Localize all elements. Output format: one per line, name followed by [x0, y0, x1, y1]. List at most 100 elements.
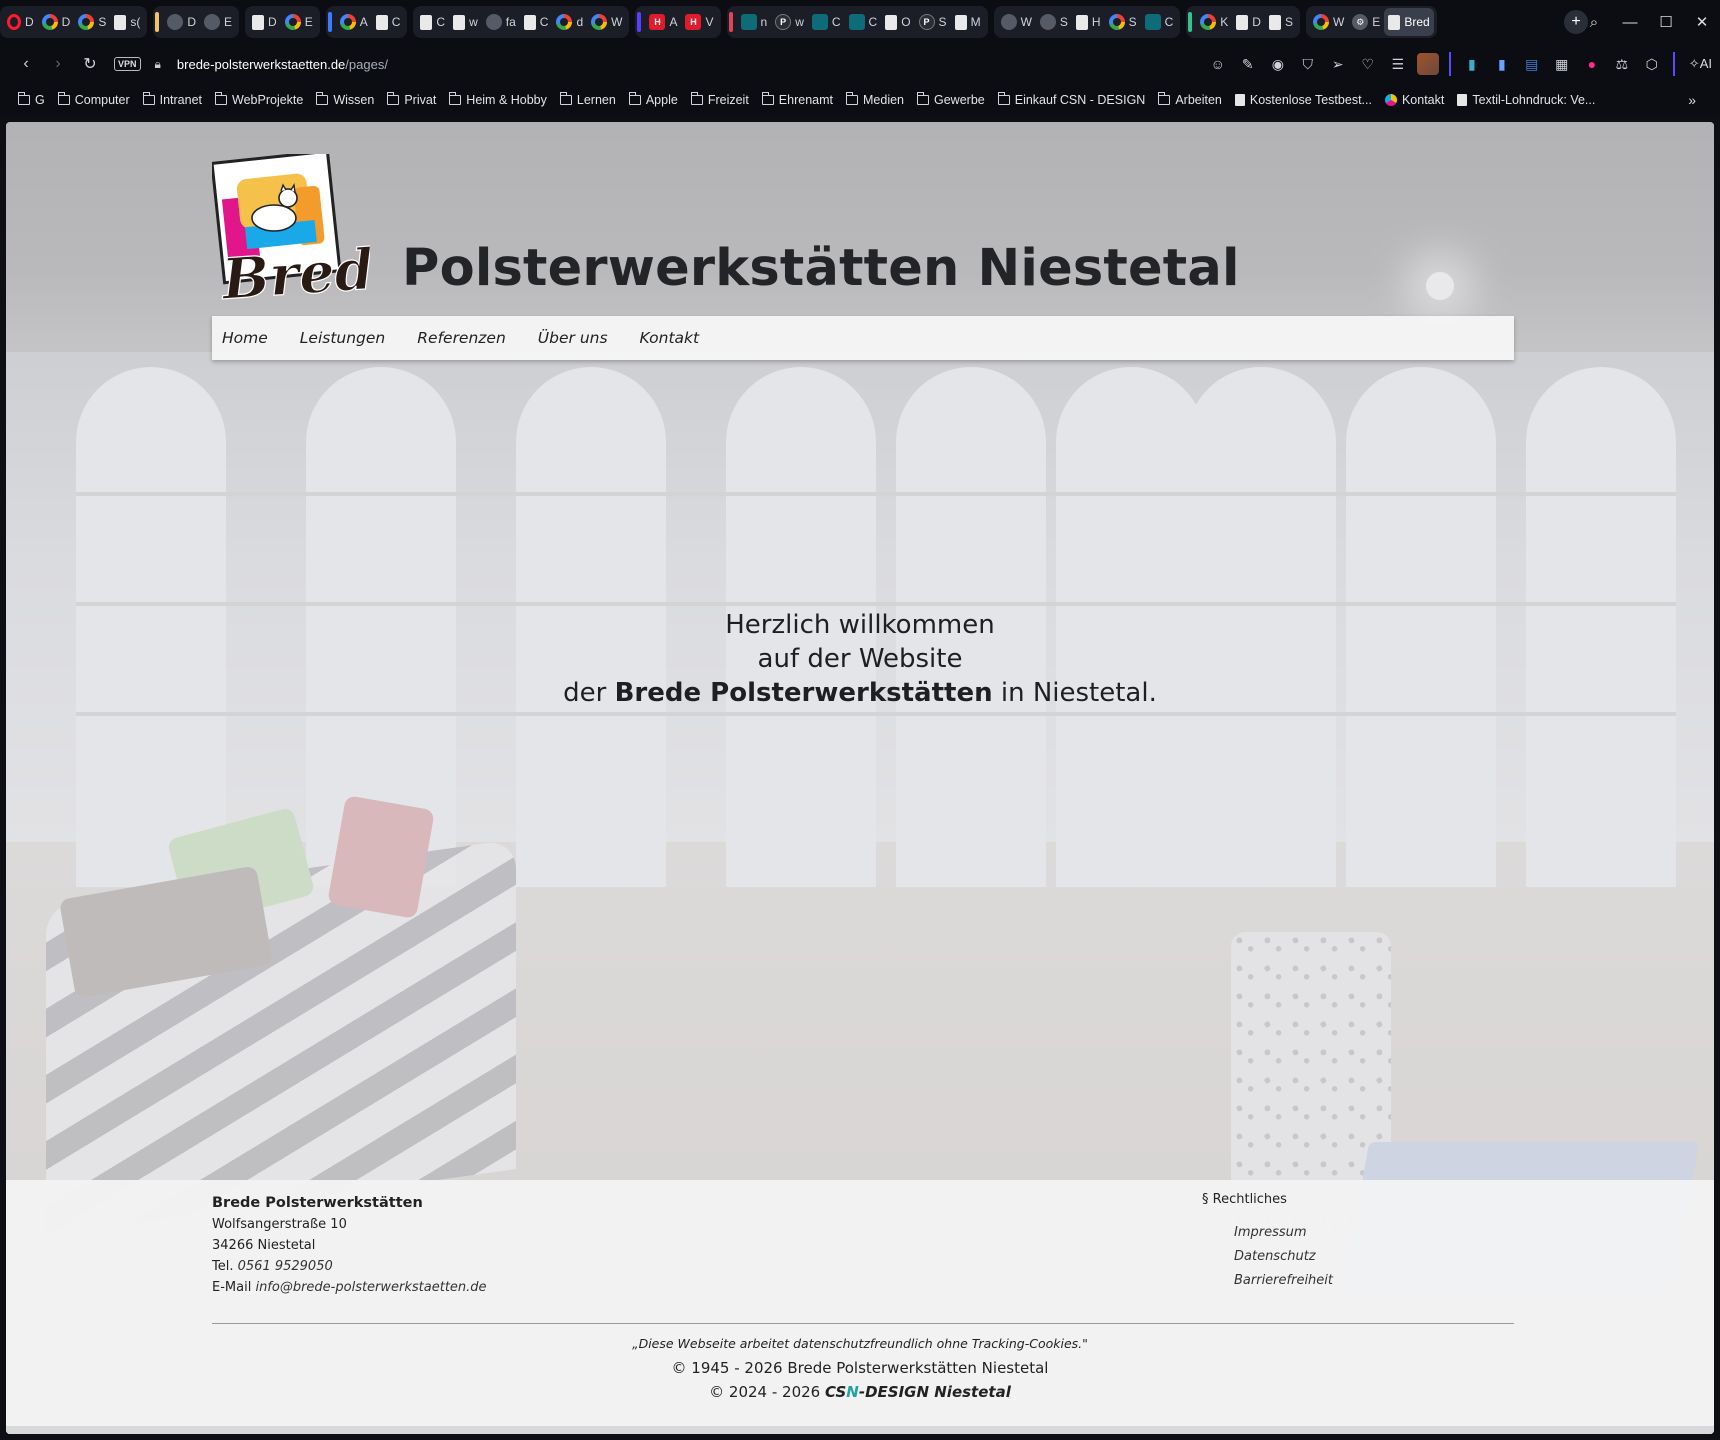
tab[interactable]: W	[997, 8, 1036, 36]
send-icon[interactable]: ➢	[1323, 56, 1353, 73]
tab[interactable]: HA	[645, 8, 681, 36]
tab-group[interactable]: nPwCCOPSM	[726, 6, 988, 38]
designer-link[interactable]: CSN-DESIGN Niestetal	[825, 1383, 1011, 1401]
tab[interactable]: W	[587, 8, 626, 36]
profile-avatar[interactable]	[1416, 53, 1439, 75]
tab[interactable]: D	[38, 8, 75, 36]
nav-leistungen[interactable]: Leistungen	[300, 329, 385, 347]
tab[interactable]: M	[951, 8, 985, 36]
emoji-icon[interactable]: ☺	[1203, 56, 1233, 72]
bookmark-page[interactable]: Textil-Lohndruck: Ve...	[1457, 93, 1595, 107]
bookmark-page[interactable]: Kostenlose Testbest...	[1234, 93, 1372, 107]
tab[interactable]: W	[1309, 8, 1348, 36]
tab[interactable]: E	[281, 8, 317, 36]
bookmark-folder[interactable]: Freizeit	[690, 92, 749, 107]
tab-group[interactable]: AC	[325, 6, 408, 38]
bookmark-folder[interactable]: Heim & Hobby	[449, 92, 547, 107]
legal-link-datenschutz[interactable]: Datenschutz	[1234, 1245, 1333, 1269]
tab[interactable]: D	[248, 8, 281, 36]
tab[interactable]: d	[552, 8, 587, 36]
bookmark-folder[interactable]: Wissen	[316, 92, 374, 107]
nav-über-uns[interactable]: Über uns	[538, 329, 608, 347]
tab[interactable]: C	[808, 8, 845, 36]
extension-icon-1[interactable]: ▮	[1457, 56, 1487, 73]
tab-group[interactable]: KDS	[1186, 6, 1300, 38]
tab[interactable]: PS	[915, 8, 951, 36]
back-button[interactable]: ‹	[10, 55, 42, 73]
minimize-button[interactable]: —	[1612, 14, 1648, 31]
bookmark-circle[interactable]: Kontakt	[1384, 93, 1444, 107]
more-bookmarks-icon[interactable]: »	[1688, 92, 1696, 108]
bookmark-folder[interactable]: Ehrenamt	[761, 92, 833, 107]
extension-icon-6[interactable]: ⚖	[1607, 56, 1637, 73]
tab[interactable]: O	[881, 8, 914, 36]
tab[interactable]: E	[200, 8, 236, 36]
menu-icon[interactable]: ☰	[1383, 56, 1413, 73]
tab[interactable]: C	[372, 8, 405, 36]
bookmark-folder[interactable]: Einkauf CSN - DESIGN	[997, 92, 1145, 107]
tab[interactable]: ⚙ E	[1348, 8, 1384, 36]
bookmark-folder[interactable]: Lernen	[559, 92, 616, 107]
tab[interactable]: HV	[681, 8, 717, 36]
legal-link-barrierefreiheit[interactable]: Barrierefreiheit	[1234, 1269, 1333, 1293]
ai-button[interactable]: ✧AI	[1681, 56, 1720, 72]
nav-referenzen[interactable]: Referenzen	[417, 329, 506, 347]
tab-group[interactable]: HAHV	[635, 6, 721, 38]
nav-kontakt[interactable]: Kontakt	[640, 329, 700, 347]
tab[interactable]: A	[336, 8, 372, 36]
legal-link-impressum[interactable]: Impressum	[1234, 1221, 1333, 1245]
tab[interactable]: D	[3, 8, 38, 36]
tab-group[interactable]: Cw fa Cd W	[413, 6, 630, 38]
bookmark-folder[interactable]: Privat	[387, 92, 436, 107]
tab[interactable]: C	[520, 8, 553, 36]
tab[interactable]: S	[1105, 8, 1141, 36]
camera-icon[interactable]: ◉	[1263, 56, 1293, 73]
extension-icon-3[interactable]: ▤	[1517, 56, 1547, 73]
bookmark-folder[interactable]: Computer	[57, 92, 130, 107]
tab[interactable]: w	[449, 8, 482, 36]
bookmark-folder[interactable]: WebProjekte	[215, 92, 303, 107]
tab[interactable]: S	[74, 8, 110, 36]
extension-icon-4[interactable]: ▦	[1547, 56, 1577, 73]
lock-icon[interactable]: 🔒︎	[155, 57, 161, 72]
tab-group[interactable]: W ⚙ E Bred	[1305, 6, 1437, 38]
bookmark-folder[interactable]: G	[18, 92, 45, 107]
bookmark-folder[interactable]: Apple	[628, 92, 678, 107]
tab[interactable]: S	[1036, 8, 1072, 36]
tab[interactable]: C	[1141, 8, 1178, 36]
edit-icon[interactable]: ✎	[1233, 56, 1263, 73]
close-window-button[interactable]: ✕	[1684, 13, 1720, 31]
reload-button[interactable]: ↻	[74, 54, 106, 74]
bookmark-folder[interactable]: Gewerbe	[917, 92, 985, 107]
url-field[interactable]: brede-polsterwerkstaetten.de/pages/	[177, 57, 388, 72]
tab[interactable]: H	[1072, 8, 1105, 36]
tab[interactable]: K	[1196, 8, 1232, 36]
search-tabs-icon[interactable]: ⌕	[1576, 14, 1612, 31]
tab[interactable]: D	[163, 8, 200, 36]
heart-icon[interactable]: ♡	[1353, 56, 1383, 73]
tab-group[interactable]: D D Ss(	[0, 6, 148, 38]
tab[interactable]: D	[1232, 8, 1265, 36]
footer-email-link[interactable]: info@brede-polsterwerkstaetten.de	[255, 1280, 486, 1295]
vpn-badge[interactable]: VPN	[114, 57, 141, 71]
bookmark-folder[interactable]: Medien	[846, 92, 904, 107]
extension-icon-5[interactable]: ●	[1577, 56, 1607, 72]
tab-group[interactable]: WSHSC	[993, 6, 1181, 38]
footer-phone-number[interactable]: 0561 9529050	[238, 1259, 333, 1274]
tab[interactable]: C	[845, 8, 882, 36]
brede-logo[interactable]: Brede	[212, 154, 370, 304]
tab[interactable]: S	[1265, 8, 1297, 36]
tab-active[interactable]: Bred	[1384, 8, 1434, 36]
tab[interactable]: C	[416, 8, 449, 36]
tab[interactable]: n	[737, 8, 772, 36]
maximize-button[interactable]: ☐	[1648, 13, 1684, 31]
extension-icon-2[interactable]: ▮	[1487, 56, 1517, 73]
tab[interactable]: fa	[482, 8, 520, 36]
tab[interactable]: s(	[110, 8, 144, 36]
forward-button[interactable]: ›	[42, 55, 74, 73]
shield-icon[interactable]: ⛉	[1293, 56, 1323, 73]
tab-group[interactable]: DE	[245, 6, 320, 38]
tab-group[interactable]: DE	[153, 6, 240, 38]
bookmark-folder[interactable]: Arbeiten	[1158, 92, 1222, 107]
nav-home[interactable]: Home	[222, 329, 268, 347]
